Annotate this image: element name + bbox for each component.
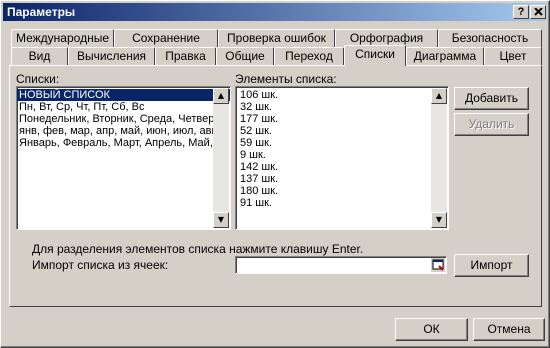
tab-security[interactable]: Безопасность <box>438 29 542 48</box>
scroll-down-icon[interactable]: ▼ <box>213 212 229 228</box>
delete-button[interactable]: Удалить <box>454 113 529 136</box>
list-entry: 106 шк. <box>240 89 279 101</box>
add-button[interactable]: Добавить <box>454 87 529 110</box>
enter-hint: Для разделения элементов списка нажмите … <box>32 242 364 256</box>
ok-button[interactable]: ОК <box>395 318 468 341</box>
tab-panel-lists: Списки: НОВЫЙ СПИСОК Пн, Вт, Ср, Чт, Пт,… <box>9 65 542 307</box>
tab-chart[interactable]: Диаграмма <box>406 47 484 66</box>
close-button[interactable] <box>530 5 546 19</box>
elements-scrollbar[interactable]: ▲ ▼ <box>431 88 447 228</box>
window-title: Параметры <box>7 5 76 19</box>
list-item[interactable]: янв, фев, мар, апр, май, июн, июл, авг, <box>17 125 230 137</box>
list-entry: 59 шк. <box>240 137 272 149</box>
list-entry: 177 шк. <box>240 113 279 125</box>
list-entry: 137 шк. <box>240 173 279 185</box>
elements-label: Элементы списка: <box>235 72 337 86</box>
import-range-field[interactable] <box>235 256 447 274</box>
list-entry: 9 шк. <box>240 149 266 161</box>
list-entry: 142 шк. <box>240 161 279 173</box>
list-item[interactable]: Январь, Февраль, Март, Апрель, Май, И <box>17 137 230 149</box>
tab-view[interactable]: Вид <box>11 47 68 66</box>
list-entries-textbox[interactable]: 106 шк. 32 шк. 177 шк. 52 шк. 59 шк. 9 ш… <box>235 86 449 230</box>
list-item[interactable]: НОВЫЙ СПИСОК <box>17 89 230 101</box>
title-bar[interactable]: Параметры ? <box>3 3 547 21</box>
list-entry: 180 шк. <box>240 185 279 197</box>
scroll-down-icon[interactable]: ▼ <box>431 212 447 228</box>
close-icon <box>533 7 543 16</box>
list-entry: 52 шк. <box>240 125 272 137</box>
list-entry: 32 шк. <box>240 101 272 113</box>
scroll-up-icon[interactable]: ▲ <box>431 88 447 104</box>
import-label: Импорт списка из ячеек: <box>32 258 169 272</box>
import-button[interactable]: Импорт <box>454 254 529 277</box>
tab-color[interactable]: Цвет <box>484 47 542 66</box>
tab-error-checking[interactable]: Проверка ошибок <box>218 29 335 48</box>
cancel-button[interactable]: Отмена <box>473 318 545 341</box>
tab-save[interactable]: Сохранение <box>114 29 218 48</box>
tab-transition[interactable]: Переход <box>274 47 344 66</box>
tab-edit[interactable]: Правка <box>155 47 216 66</box>
tab-custom-lists[interactable]: Списки <box>344 45 406 66</box>
options-dialog: Параметры ? Международные Сохранение Про… <box>0 0 550 348</box>
lists-scrollbar[interactable]: ▲ ▼ <box>213 88 229 228</box>
list-item[interactable]: Понедельник, Вторник, Среда, Четверг, <box>17 113 230 125</box>
collapse-dialog-icon[interactable] <box>431 258 445 272</box>
custom-lists-listbox[interactable]: НОВЫЙ СПИСОК Пн, Вт, Ср, Чт, Пт, Сб, Вс … <box>16 86 231 230</box>
scroll-up-icon[interactable]: ▲ <box>213 88 229 104</box>
list-item[interactable]: Пн, Вт, Ср, Чт, Пт, Сб, Вс <box>17 101 230 113</box>
tab-international[interactable]: Международные <box>11 29 114 48</box>
range-select-icon <box>432 259 444 271</box>
list-entry: 91 шк. <box>240 197 272 209</box>
tab-calculation[interactable]: Вычисления <box>68 47 155 66</box>
help-button[interactable]: ? <box>513 5 529 19</box>
lists-label: Списки: <box>16 72 60 86</box>
tab-general[interactable]: Общие <box>216 47 274 66</box>
